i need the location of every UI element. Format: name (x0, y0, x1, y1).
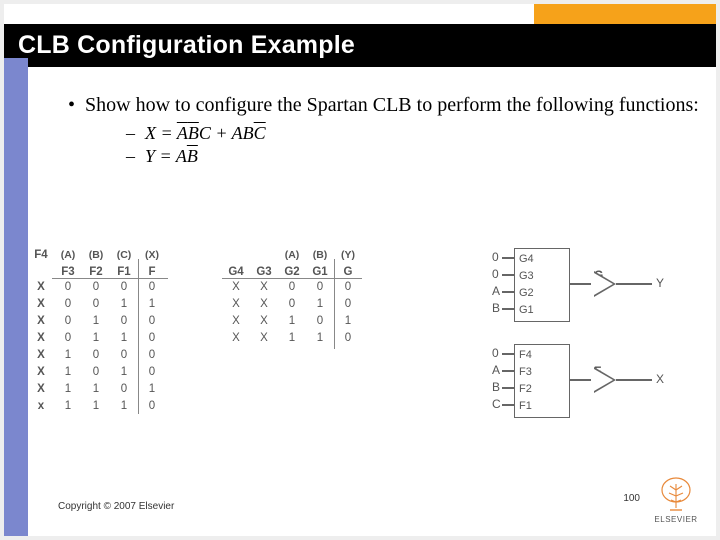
bullet-main: • Show how to configure the Spartan CLB … (68, 92, 700, 119)
buffer-icon (594, 271, 616, 297)
subbullet-list: – X = ABC + ABC – Y = AB (126, 123, 700, 167)
table-row: X0011 (28, 295, 166, 312)
table-g-divider (334, 259, 335, 349)
lutg-in-0: 0 (492, 250, 499, 264)
table-row: X0000 (28, 278, 166, 295)
dash-icon: – (126, 123, 135, 144)
diagram-area: F4 (A) (B) (C) (X) F3 F2 F1 F X0000X0011… (26, 244, 706, 444)
table-row: XX000 (222, 278, 362, 295)
subbullet-x: – X = ABC + ABC (126, 123, 700, 144)
table-f-hline (52, 278, 168, 279)
equation-y: Y = AB (145, 146, 198, 167)
content: • Show how to configure the Spartan CLB … (36, 84, 700, 169)
buffer-icon (594, 367, 616, 393)
lut-f-box: F4 F3 F2 F1 (514, 344, 570, 418)
table-row: X1000 (28, 346, 166, 363)
lutg-in-2: A (492, 284, 500, 298)
dash-icon: – (126, 146, 135, 167)
table-row: XX110 (222, 329, 362, 346)
publisher-logo: ELSEVIER (648, 476, 704, 524)
title-bar: CLB Configuration Example (4, 24, 716, 67)
lutf-in-0: 0 (492, 346, 499, 360)
table-row: X1101 (28, 380, 166, 397)
subbullet-y: – Y = AB (126, 146, 700, 167)
publisher-name: ELSEVIER (648, 515, 704, 524)
lut-g-box: G4 G3 G2 G1 (514, 248, 570, 322)
lutg-in-1: 0 (492, 267, 499, 281)
page-number: 100 (623, 493, 640, 504)
truth-table-f: F4 (A) (B) (C) (X) F3 F2 F1 F X0000X0011… (28, 244, 166, 414)
lutf-in-3: C (492, 397, 501, 411)
lutf-in-2: B (492, 380, 500, 394)
table-row: X0110 (28, 329, 166, 346)
accent-block (534, 4, 716, 24)
equation-x: X = ABC + ABC (145, 123, 266, 144)
tree-icon (656, 476, 696, 514)
table-row: x1110 (28, 397, 166, 414)
slide-title: CLB Configuration Example (18, 31, 355, 60)
lutf-in-1: A (492, 363, 500, 377)
bullet-text: Show how to configure the Spartan CLB to… (85, 92, 699, 119)
lutg-in-3: B (492, 301, 500, 315)
left-stripe (4, 58, 28, 536)
truth-table-g: (A) (B) (Y) G4 G3 G2 G1 G XX000XX010XX10… (222, 244, 362, 346)
slide: CLB Configuration Example • Show how to … (4, 4, 716, 536)
table-row: X1010 (28, 363, 166, 380)
lutg-output: Y (656, 276, 664, 290)
lutf-output: X (656, 372, 664, 386)
copyright: Copyright © 2007 Elsevier (58, 501, 174, 512)
bullet-dot-icon: • (68, 92, 75, 119)
table-row: XX010 (222, 295, 362, 312)
table-g-hline (222, 278, 362, 279)
table-f-divider (138, 259, 139, 414)
table-row: X0100 (28, 312, 166, 329)
table-row: XX101 (222, 312, 362, 329)
table-f-name: F4 (28, 249, 54, 261)
